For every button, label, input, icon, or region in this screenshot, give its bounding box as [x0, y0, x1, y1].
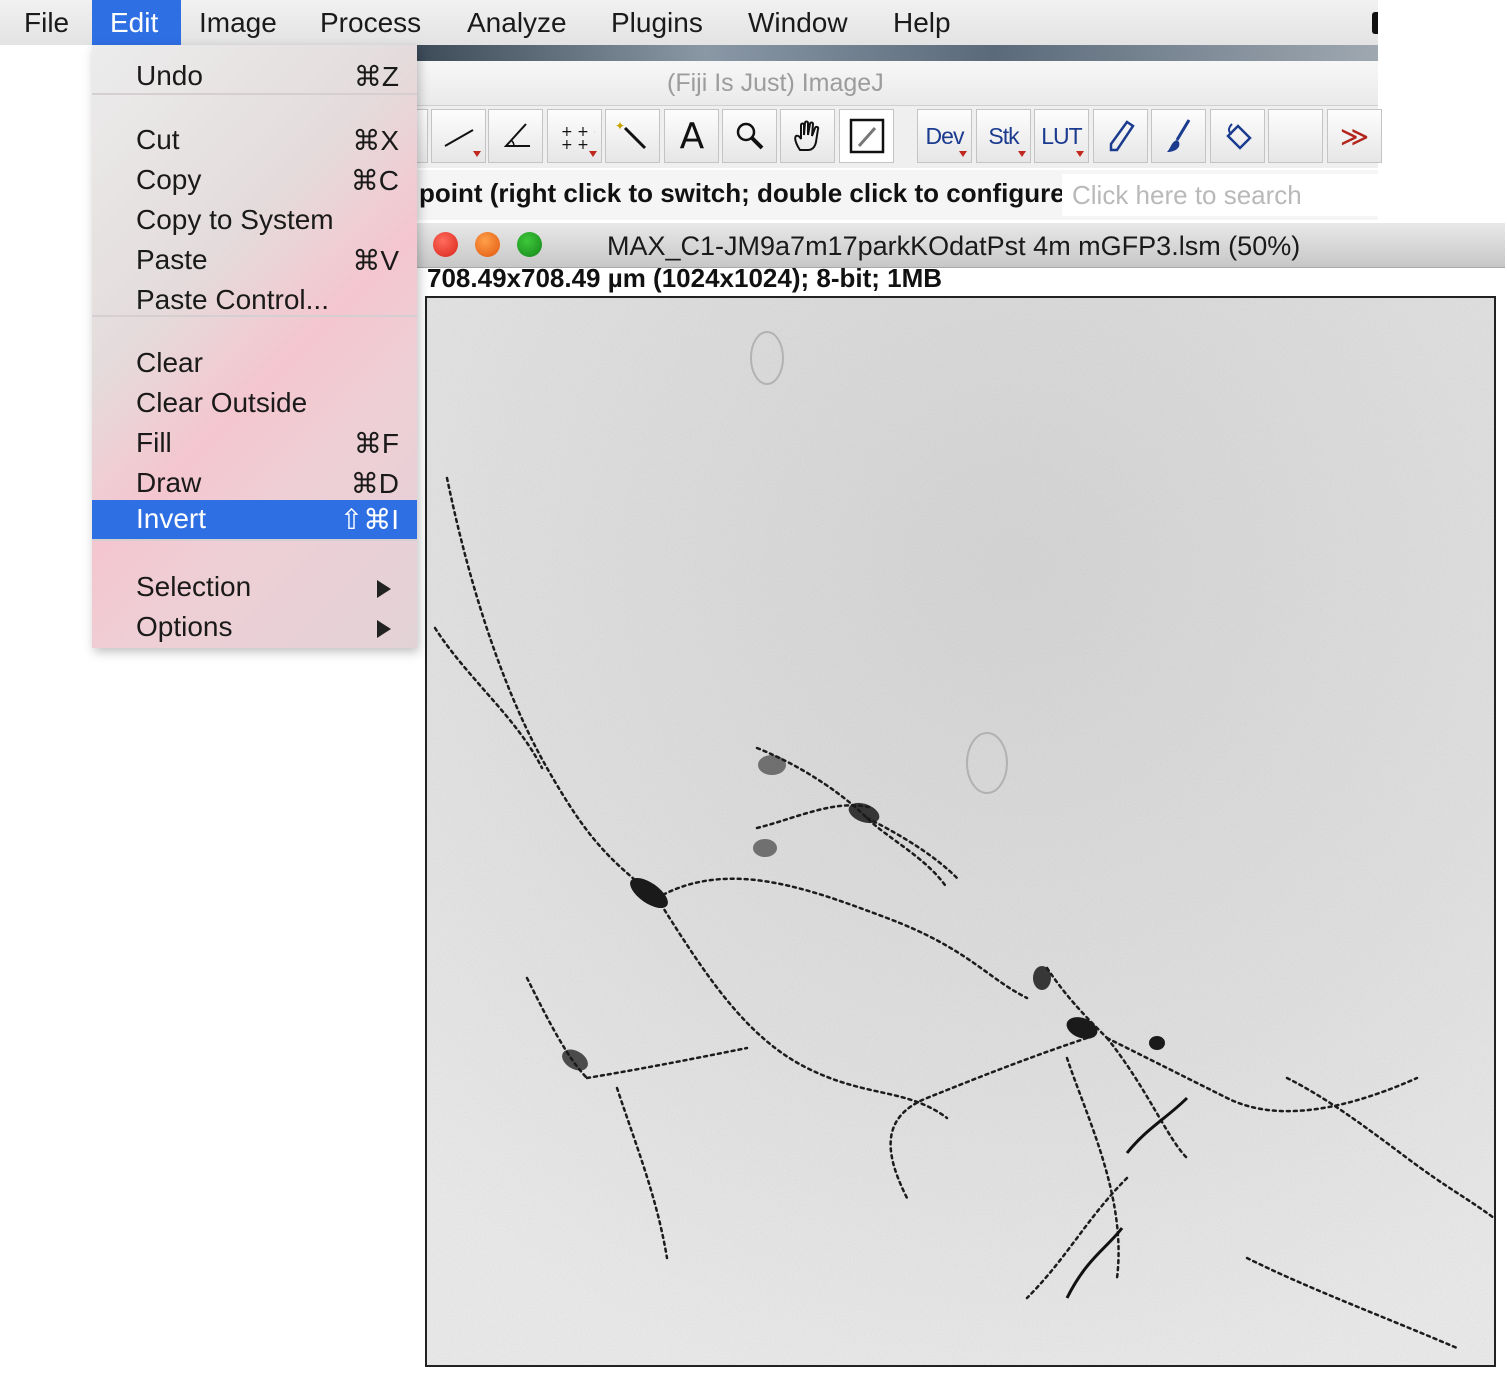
menu-separator [92, 315, 417, 317]
dropdown-triangle-icon [589, 151, 597, 157]
menu-item-copy-to-system[interactable]: Copy to System [92, 201, 417, 241]
line-tool-icon[interactable] [431, 109, 486, 163]
stack-tools-menu[interactable]: Stk [976, 109, 1031, 163]
empty-slot[interactable] [1268, 109, 1323, 163]
menu-item-shortcut: ⌘X [352, 125, 399, 156]
more-tools-button-label: ≫ [1339, 120, 1370, 152]
menu-item-label: Selection [136, 571, 252, 602]
svg-text:+ +: + + [561, 137, 589, 153]
minimize-window-button[interactable] [475, 232, 500, 257]
menu-separator [92, 539, 417, 541]
menu-item-invert[interactable]: Invert ⇧⌘I [92, 500, 417, 540]
menu-item-selection[interactable]: Selection [92, 568, 417, 608]
menu-item-fill[interactable]: Fill ⌘F [92, 424, 417, 464]
dev-menu[interactable]: Dev [917, 109, 972, 163]
status-bar: point (right click to switch; double cli… [417, 170, 1378, 220]
menu-item-label: Clear Outside [136, 387, 308, 418]
fiji-main-window: (Fiji Is Just) ImageJ + + ++ + ✦ A Dev Stk LU… [373, 45, 1382, 220]
brush-tool-icon[interactable] [1151, 109, 1206, 163]
zoom-window-button[interactable] [517, 232, 542, 257]
menu-item-shortcut: ⇧⌘I [339, 504, 399, 535]
menu-item-shortcut: ⌘C [350, 165, 399, 196]
lut-menu-label: LUT [1041, 122, 1082, 149]
image-window-titlebar[interactable]: MAX_C1-JM9a7m17parkKOdatPst 4m mGFP3.lsm… [417, 223, 1505, 268]
image-info: 708.49x708.49 µm (1024x1024); 8-bit; 1MB [427, 263, 943, 293]
svg-text:✦: ✦ [615, 119, 625, 133]
fiji-titlebar[interactable]: (Fiji Is Just) ImageJ [417, 61, 1378, 106]
image-window-title: MAX_C1-JM9a7m17parkKOdatPst 4m mGFP3.lsm… [607, 231, 1301, 261]
menu-item-label: Copy [136, 164, 202, 195]
menu-analyze[interactable]: Analyze [449, 0, 593, 45]
menu-item-shortcut: ⌘D [350, 468, 399, 499]
menu-item-label: Invert [136, 503, 207, 534]
angle-tool-icon[interactable] [488, 109, 543, 163]
menu-file[interactable]: File [6, 0, 92, 45]
menu-item-label: Paste [136, 244, 208, 275]
zoom-tool-icon[interactable] [722, 109, 777, 163]
submenu-arrow-icon [377, 620, 391, 638]
hand-tool-icon[interactable] [780, 109, 835, 163]
menubar-status-icon[interactable] [1372, 12, 1378, 34]
menu-item-label: Copy to System [136, 204, 334, 235]
menu-item-label: Cut [136, 124, 180, 155]
menu-edit[interactable]: Edit [92, 0, 181, 45]
menu-item-label: Options [136, 611, 233, 642]
search-placeholder: Click here to search [1072, 180, 1302, 210]
menu-help[interactable]: Help [875, 0, 975, 45]
micrograph-image [427, 298, 1494, 1365]
wand-tool-icon[interactable]: ✦ [605, 109, 660, 163]
multipoint-tool-icon[interactable]: + + ++ + [547, 109, 602, 163]
desktop-background [417, 45, 1378, 61]
color-picker-tool-icon[interactable] [839, 109, 894, 163]
status-message: point (right click to switch; double cli… [419, 178, 1074, 208]
dropdown-triangle-icon [959, 151, 967, 157]
menu-item-shortcut: ⌘Z [353, 61, 399, 92]
pencil-tool-icon[interactable] [1093, 109, 1148, 163]
menu-item-undo[interactable]: Undo ⌘Z [92, 57, 417, 97]
lut-menu[interactable]: LUT [1034, 109, 1089, 163]
menu-process[interactable]: Process [302, 0, 449, 45]
edit-menu-dropdown: Undo ⌘Z Cut ⌘X Copy ⌘C Copy to System Paste ⌘V Pa… [92, 45, 417, 648]
text-tool-icon-label: A [679, 115, 705, 157]
text-tool-icon[interactable]: A [664, 109, 719, 163]
menu-item-options[interactable]: Options [92, 608, 417, 648]
menu-image[interactable]: Image [181, 0, 302, 45]
menu-window[interactable]: Window [730, 0, 875, 45]
menu-item-copy[interactable]: Copy ⌘C [92, 161, 417, 201]
menu-item-shortcut: ⌘V [352, 245, 399, 276]
menubar: File Edit Image Process Analyze Plugins Window… [0, 0, 1378, 45]
dropdown-triangle-icon [1018, 151, 1026, 157]
menu-item-label: Undo [136, 60, 203, 91]
menu-item-paste[interactable]: Paste ⌘V [92, 241, 417, 281]
flood-fill-tool-icon[interactable] [1210, 109, 1265, 163]
menu-item-label: Clear [136, 347, 203, 378]
menu-item-clear-outside[interactable]: Clear Outside [92, 384, 417, 424]
menu-item-label: Draw [136, 467, 202, 498]
more-tools-button[interactable]: ≫ [1327, 109, 1382, 163]
stack-tools-menu-label: Stk [988, 122, 1019, 149]
dev-menu-label: Dev [925, 122, 965, 149]
dropdown-triangle-icon [473, 151, 481, 157]
menu-item-shortcut: ⌘F [353, 428, 399, 459]
submenu-arrow-icon [377, 580, 391, 598]
menu-separator [92, 93, 417, 95]
image-window: MAX_C1-JM9a7m17parkKOdatPst 4m mGFP3.lsm… [417, 223, 1505, 1378]
fiji-title: (Fiji Is Just) ImageJ [667, 69, 884, 97]
menu-item-label: Fill [136, 427, 172, 458]
menu-item-cut[interactable]: Cut ⌘X [92, 121, 417, 161]
menu-item-label: Paste Control... [136, 284, 329, 315]
menu-plugins[interactable]: Plugins [593, 0, 730, 45]
menu-item-draw[interactable]: Draw ⌘D [92, 464, 417, 504]
dropdown-triangle-icon [1076, 151, 1084, 157]
image-canvas[interactable] [425, 296, 1496, 1367]
search-field[interactable]: Click here to search [1062, 174, 1378, 216]
menu-item-clear[interactable]: Clear [92, 344, 417, 384]
fiji-toolbar: + + ++ + ✦ A Dev Stk LUT ≫ [373, 106, 1382, 168]
close-window-button[interactable] [433, 232, 458, 257]
